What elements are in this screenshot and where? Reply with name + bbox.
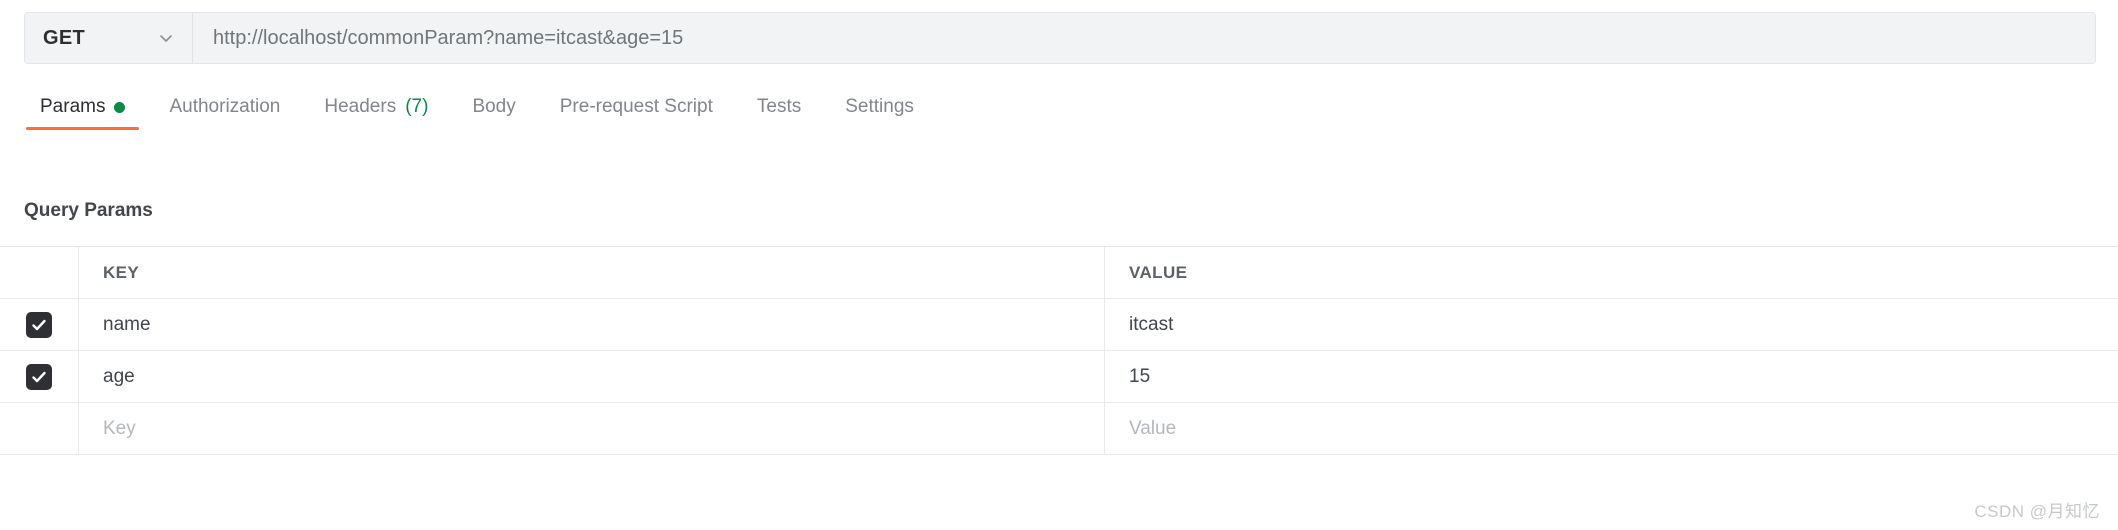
tab-params[interactable]: Params xyxy=(18,86,147,130)
http-method-label: GET xyxy=(43,26,86,49)
column-header-key: KEY xyxy=(78,247,1105,298)
query-params-table: KEY VALUE name itcast age 15 Key Value xyxy=(0,246,2118,455)
request-url-input[interactable]: http://localhost/commonParam?name=itcast… xyxy=(193,13,2095,63)
tab-settings-label: Settings xyxy=(845,96,914,117)
row-checkbox-cell xyxy=(0,351,78,402)
tab-tests-label: Tests xyxy=(756,96,802,117)
tab-headers[interactable]: Headers (7) xyxy=(302,86,450,128)
watermark: CSDN @月知忆 xyxy=(1974,502,2100,521)
new-param-value-input[interactable]: Value xyxy=(1105,403,2118,454)
header-checkbox-cell xyxy=(0,247,78,298)
param-key-input[interactable]: age xyxy=(78,351,1105,402)
param-value-input[interactable]: 15 xyxy=(1105,351,2118,402)
param-value-input[interactable]: itcast xyxy=(1105,299,2118,350)
row-checkbox-cell xyxy=(0,299,78,350)
tab-headers-label: Headers xyxy=(324,96,397,117)
tab-pre-request-script-label: Pre-request Script xyxy=(559,96,713,117)
checkbox-checked-icon[interactable] xyxy=(26,311,52,338)
tab-authorization[interactable]: Authorization xyxy=(147,86,302,128)
param-key-input[interactable]: name xyxy=(78,299,1105,350)
tab-tests[interactable]: Tests xyxy=(735,86,823,128)
tab-settings[interactable]: Settings xyxy=(823,86,936,128)
column-header-value: VALUE xyxy=(1129,262,1188,282)
new-param-key-input[interactable]: Key xyxy=(78,403,1105,454)
tab-params-label: Params xyxy=(40,96,106,117)
chevron-down-icon xyxy=(158,30,174,46)
table-row: age 15 xyxy=(0,351,2118,403)
table-row: name itcast xyxy=(0,299,2118,351)
postman-request-builder: GET http://localhost/commonParam?name=it… xyxy=(0,0,2118,530)
table-row-empty: Key Value xyxy=(0,403,2118,455)
tab-authorization-label: Authorization xyxy=(169,96,281,117)
http-method-dropdown[interactable]: GET xyxy=(25,13,193,63)
table-header-row: KEY VALUE xyxy=(0,247,2118,299)
tab-pre-request-script[interactable]: Pre-request Script xyxy=(538,86,735,128)
checkbox-checked-icon[interactable] xyxy=(26,363,52,390)
query-params-title: Query Params xyxy=(24,200,153,221)
tab-body-label: Body xyxy=(472,96,516,117)
request-tabs: Params Authorization Headers (7) Body Pr… xyxy=(18,86,936,134)
tab-body[interactable]: Body xyxy=(450,86,537,128)
row-checkbox-cell xyxy=(0,403,78,454)
params-modified-dot-icon xyxy=(114,101,126,113)
tab-headers-count: (7) xyxy=(405,96,429,117)
request-url-bar: GET http://localhost/commonParam?name=it… xyxy=(24,12,2096,64)
